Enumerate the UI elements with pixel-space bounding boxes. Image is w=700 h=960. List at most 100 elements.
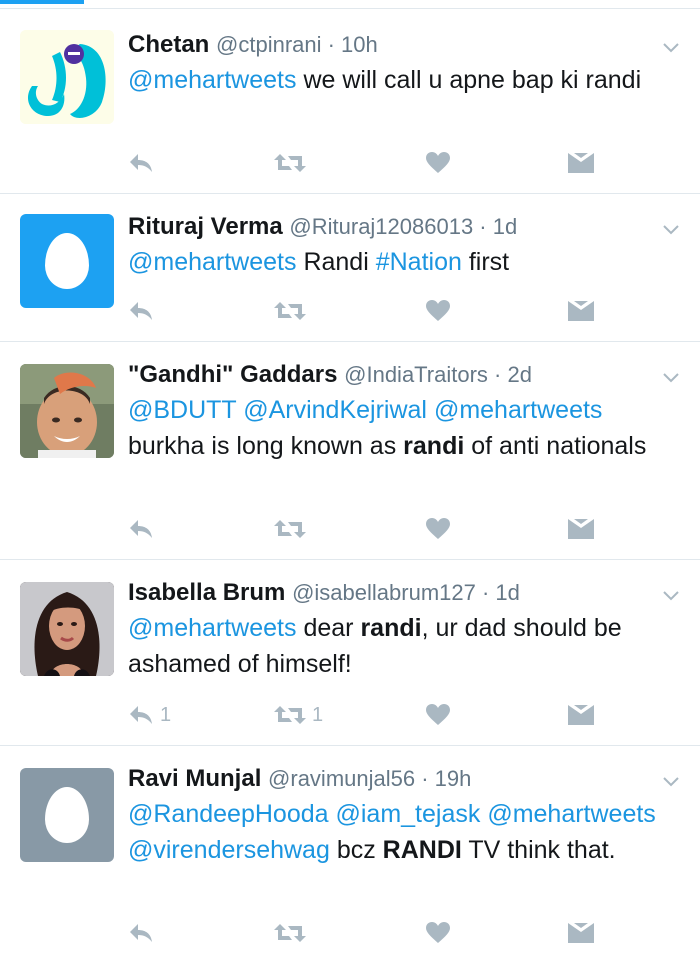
display-name[interactable]: Rituraj Verma (128, 213, 283, 240)
retweet-button[interactable] (274, 514, 312, 544)
display-name[interactable]: Chetan (128, 31, 209, 58)
mention-link[interactable]: @iam_tejask (335, 800, 480, 828)
tweet-text: @RandeepHooda @iam_tejask @mehartweets @… (128, 796, 670, 868)
tweet-text-segment (427, 396, 434, 424)
avatar-photo-image (20, 364, 114, 458)
like-button[interactable] (426, 700, 450, 730)
dm-button[interactable] (568, 514, 594, 544)
reply-icon (130, 706, 152, 724)
like-icon (426, 300, 450, 321)
tweet-text-segment: first (461, 248, 510, 276)
reply-icon (130, 924, 152, 942)
display-name[interactable]: Isabella Brum (128, 579, 285, 606)
handle-and-time[interactable]: @ravimunjal56 · 19h (268, 766, 471, 791)
chevron-down-icon[interactable] (662, 368, 680, 386)
handle-and-time[interactable]: @isabellabrum127 · 1d (292, 580, 520, 605)
reply-icon (130, 302, 152, 320)
like-button[interactable] (426, 296, 450, 326)
avatar-photo-image (20, 582, 114, 676)
display-name[interactable]: "Gandhi" Gaddars (128, 361, 337, 388)
tweet-text-segment: of anti nationals (464, 432, 647, 460)
dm-icon (568, 301, 594, 321)
like-icon (426, 152, 450, 173)
tweet-card[interactable]: Isabella Brum @isabellabrum127 · 1d @meh… (0, 560, 700, 746)
retweet-button[interactable] (274, 918, 312, 948)
handle-and-time[interactable]: @Rituraj12086013 · 1d (289, 214, 517, 239)
mention-link[interactable]: @virendersehwag (128, 836, 330, 864)
avatar[interactable] (20, 582, 114, 676)
retweet-count: 1 (312, 703, 324, 726)
tweet-actions (128, 918, 608, 948)
avatar[interactable] (20, 214, 114, 308)
highlighted-word: RANDI (382, 836, 462, 864)
hashtag-link[interactable]: #Nation (376, 248, 462, 276)
active-tab-indicator (0, 0, 84, 4)
retweet-button[interactable] (274, 296, 312, 326)
like-button[interactable] (426, 148, 450, 178)
chevron-down-icon[interactable] (662, 772, 680, 790)
egg-avatar-icon (45, 233, 89, 289)
retweet-button[interactable]: 1 (274, 700, 323, 730)
retweet-icon (274, 706, 306, 724)
tweet-text-segment: dear (296, 614, 361, 642)
tweet-text: @mehartweets we will call u apne bap ki … (128, 62, 670, 98)
like-button[interactable] (426, 918, 450, 948)
mention-link[interactable]: @ArvindKejriwal (243, 396, 427, 424)
handle-and-time[interactable]: @ctpinrani · 10h (216, 32, 378, 57)
avatar-logo-image (20, 30, 114, 124)
tweet-card[interactable]: Ravi Munjal @ravimunjal56 · 19h @Randeep… (0, 746, 700, 960)
tweet-actions: 1 1 (128, 700, 608, 730)
tweet-actions (128, 148, 608, 178)
tweet-actions (128, 296, 608, 326)
dm-button[interactable] (568, 918, 594, 948)
retweet-icon (274, 520, 306, 538)
like-icon (426, 518, 450, 539)
tweet-actions (128, 514, 608, 544)
tweet-text-segment: TV think that. (461, 836, 616, 864)
display-name[interactable]: Ravi Munjal (128, 765, 261, 792)
mention-link[interactable]: @mehartweets (128, 614, 297, 642)
mention-link[interactable]: @mehartweets (487, 800, 656, 828)
mention-link[interactable]: @mehartweets (128, 66, 297, 94)
tweet-card[interactable]: "Gandhi" Gaddars @IndiaTraitors · 2d @BD… (0, 342, 700, 560)
like-button[interactable] (426, 514, 450, 544)
avatar[interactable] (20, 768, 114, 862)
dm-button[interactable] (568, 700, 594, 730)
tweet-text: @mehartweets dear randi, ur dad should b… (128, 610, 670, 682)
reply-button[interactable]: 1 (128, 700, 171, 730)
reply-button[interactable] (128, 296, 160, 326)
mention-link[interactable]: @mehartweets (434, 396, 603, 424)
tweet-text-segment: we will call u apne bap ki randi (296, 66, 642, 94)
tweet-card[interactable]: Chetan @ctpinrani · 10h @mehartweets we … (0, 10, 700, 194)
tweet-text: @mehartweets Randi #Nation first (128, 244, 670, 280)
reply-button[interactable] (128, 918, 160, 948)
mention-link[interactable]: @mehartweets (128, 248, 297, 276)
dm-icon (568, 923, 594, 943)
tweet-header: "Gandhi" Gaddars @IndiaTraitors · 2d (128, 358, 670, 392)
tweet-text-segment: bcz (329, 836, 383, 864)
reply-count: 1 (160, 703, 172, 726)
mention-link[interactable]: @BDUTT (128, 396, 236, 424)
tweet-header: Ravi Munjal @ravimunjal56 · 19h (128, 762, 670, 796)
dm-icon (568, 705, 594, 725)
mention-link[interactable]: @RandeepHooda (128, 800, 329, 828)
handle-and-time[interactable]: @IndiaTraitors · 2d (344, 362, 532, 387)
tweet-text-segment: burkha is long known as (128, 432, 404, 460)
chevron-down-icon[interactable] (662, 220, 680, 238)
retweet-icon (274, 302, 306, 320)
chevron-down-icon[interactable] (662, 586, 680, 604)
avatar[interactable] (20, 30, 114, 124)
dm-button[interactable] (568, 148, 594, 178)
avatar[interactable] (20, 364, 114, 458)
chevron-down-icon[interactable] (662, 38, 680, 56)
tweet-card[interactable]: Rituraj Verma @Rituraj12086013 · 1d @meh… (0, 194, 700, 342)
retweet-button[interactable] (274, 148, 312, 178)
dm-button[interactable] (568, 296, 594, 326)
reply-button[interactable] (128, 148, 160, 178)
reply-button[interactable] (128, 514, 160, 544)
highlighted-word: randi (360, 614, 422, 642)
tweet-text: @BDUTT @ArvindKejriwal @mehartweets burk… (128, 392, 670, 464)
retweet-icon (274, 154, 306, 172)
dm-icon (568, 519, 594, 539)
tweet-header: Rituraj Verma @Rituraj12086013 · 1d (128, 210, 670, 244)
